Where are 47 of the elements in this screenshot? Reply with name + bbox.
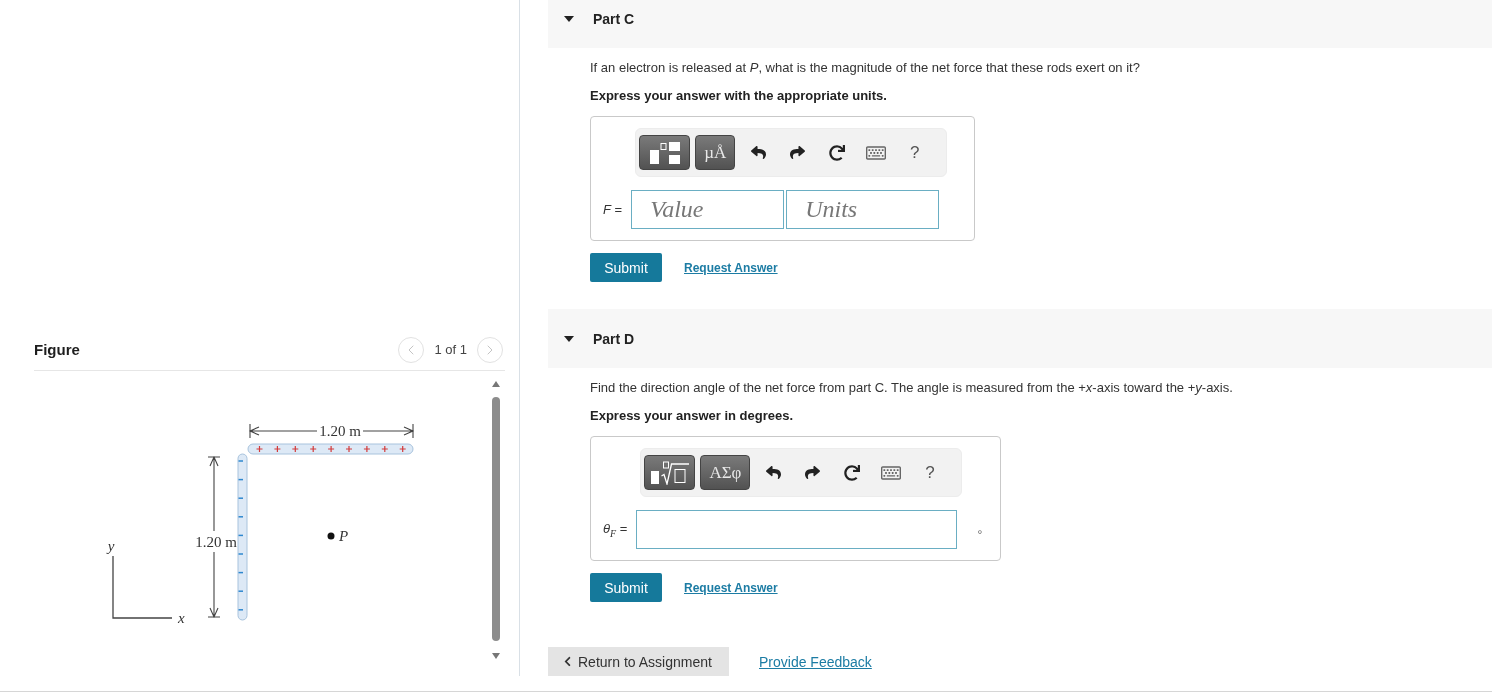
- part-title[interactable]: Part C: [593, 10, 635, 27]
- coordinate-axes: [112, 555, 173, 619]
- caret-down-icon[interactable]: [564, 15, 574, 22]
- answer-field[interactable]: Value: [631, 190, 785, 229]
- symbols-button[interactable]: µÅ: [695, 135, 736, 170]
- submit-button[interactable]: Submit: [590, 253, 662, 282]
- answer-field[interactable]: [636, 510, 958, 549]
- question-text: Find the direction angle of the net force from part C. The angle is measured from the +x-axis toward the +y-axis.: [590, 379, 1233, 397]
- redo-icon[interactable]: [790, 145, 806, 160]
- question-text: If an electron is released at P, what is the magnitude of the net force that these rods exert on it?: [590, 59, 1140, 77]
- template-button[interactable]: [644, 455, 696, 490]
- submit-button[interactable]: Submit: [590, 573, 662, 602]
- point-label: P: [339, 528, 349, 544]
- symbols-button[interactable]: ΑΣφ: [700, 455, 751, 490]
- help-button[interactable]: ?: [910, 455, 950, 490]
- help-button[interactable]: ?: [895, 135, 935, 170]
- fraction-template-icon: [649, 141, 680, 164]
- radical-template-icon: [650, 460, 689, 485]
- chevron-left-icon: [562, 656, 573, 667]
- figure-title: Figure: [34, 341, 80, 358]
- point-marker: [327, 532, 335, 540]
- part-title[interactable]: Part D: [593, 330, 635, 347]
- scroll-down-icon[interactable]: [492, 653, 500, 659]
- reset-icon[interactable]: [843, 464, 860, 481]
- instruction-text: Express your answer with the appropriate units.: [590, 87, 887, 105]
- dimension-label: 1.20 m: [319, 423, 361, 439]
- request-answer-link[interactable]: Request Answer: [684, 580, 778, 595]
- request-answer-link[interactable]: Request Answer: [684, 260, 778, 275]
- undo-icon[interactable]: [766, 465, 782, 480]
- axis-label: y: [107, 538, 115, 554]
- scrollbar-thumb[interactable]: [492, 397, 500, 641]
- template-button[interactable]: [639, 135, 691, 170]
- redo-icon[interactable]: [805, 465, 821, 480]
- dimension-label: 1.20 m: [195, 534, 237, 550]
- answer-label: θ$_{F}$ =: [603, 520, 628, 539]
- feedback-link[interactable]: Provide Feedback: [759, 653, 872, 670]
- axis-label: x: [178, 610, 185, 626]
- answer-field[interactable]: Units: [786, 190, 940, 229]
- page-indicator: 1 of 1: [434, 342, 467, 357]
- instruction-text: Express your answer in degrees.: [590, 407, 794, 425]
- reset-icon[interactable]: [828, 144, 845, 161]
- caret-down-icon[interactable]: [564, 335, 574, 342]
- return-button[interactable]: Return to Assignment: [548, 647, 729, 676]
- undo-icon[interactable]: [751, 145, 767, 160]
- degree-unit: °: [976, 528, 983, 542]
- answer-label: F =: [603, 202, 623, 217]
- scroll-up-icon[interactable]: [492, 381, 500, 387]
